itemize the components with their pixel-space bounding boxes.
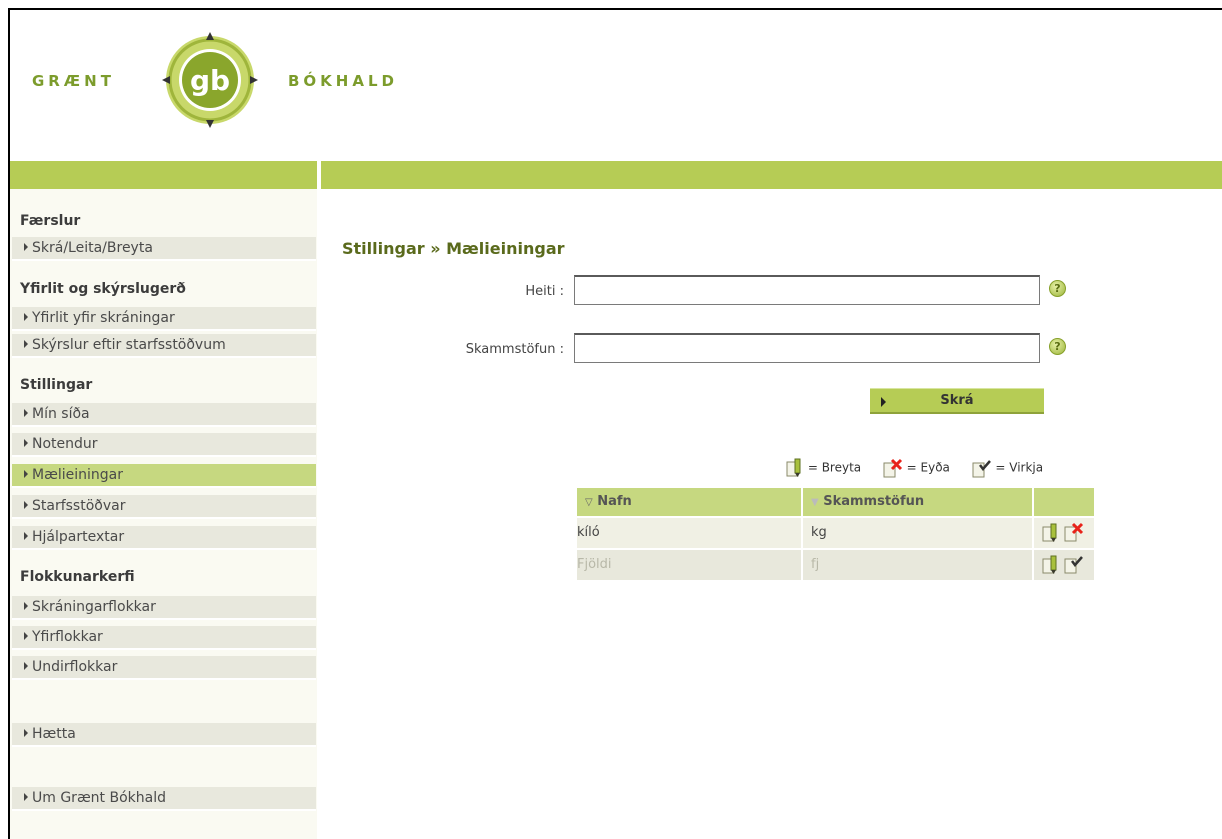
row-name: Fjöldi (577, 557, 612, 572)
sort-icon: ▼ (811, 497, 819, 508)
table-row: Fjöldi fj (577, 548, 1094, 580)
sidebar: Færslur Skrá/Leita/Breyta Yfirlit og ský… (10, 189, 317, 839)
triangle-right-icon (24, 313, 28, 321)
units-table: ▽ Nafn ▼ Skammstöfun kíló kg Fjöldi fj (577, 488, 1094, 580)
abbr-input[interactable] (574, 333, 1040, 363)
triangle-right-icon (24, 439, 28, 447)
sidebar-item-starfsstodvar[interactable]: Starfsstöðvar (12, 495, 316, 519)
page-title: Stillingar » Mælieiningar (342, 239, 565, 258)
legend: = Breyta = Eyða = Virkja (786, 458, 1043, 478)
gb-logo-icon: gb (162, 32, 258, 128)
edit-icon (786, 458, 801, 477)
triangle-right-icon (24, 729, 28, 737)
legend-activate-label: = Virkja (995, 460, 1044, 475)
main-top-bar (321, 161, 1222, 189)
sidebar-item-skraningarflokkar[interactable]: Skráningarflokkar (12, 596, 316, 620)
sidebar-top-bar (10, 161, 317, 189)
edit-icon[interactable] (1042, 555, 1060, 575)
table-row: kíló kg (577, 516, 1094, 548)
sidebar-item-hjalpartextar[interactable]: Hjálpartextar (12, 526, 316, 550)
triangle-right-icon (24, 243, 28, 251)
sidebar-item-notendur[interactable]: Notendur (12, 433, 316, 457)
sidebar-item-um[interactable]: Um Grænt Bókhald (12, 787, 316, 811)
sidebar-section-flokkunarkerfi: Flokkunarkerfi (20, 569, 135, 585)
sidebar-item-yfirflokkar[interactable]: Yfirflokkar (12, 626, 316, 650)
sidebar-section-faerslur: Færslur (20, 213, 81, 229)
column-header-nafn[interactable]: ▽ Nafn (585, 488, 632, 516)
brand-left-text: GRÆNT (32, 72, 115, 90)
logo-mark-text: gb (190, 64, 230, 97)
delete-icon[interactable] (1064, 522, 1084, 542)
brand-right-text: BÓKHALD (288, 72, 398, 90)
sidebar-item-skyrslur[interactable]: Skýrslur eftir starfsstöðvum (12, 334, 316, 358)
sidebar-item-haetta[interactable]: Hætta (12, 723, 316, 747)
sidebar-section-stillingar: Stillingar (20, 377, 93, 393)
name-label: Heiti : (525, 284, 564, 299)
triangle-right-icon (24, 409, 28, 417)
legend-delete-label: = Eyða (906, 460, 950, 475)
triangle-right-icon (24, 662, 28, 670)
sidebar-item-min-sida[interactable]: Mín síða (12, 403, 316, 427)
sidebar-section-yfirlit: Yfirlit og skýrslugerð (20, 281, 186, 297)
triangle-right-icon (24, 602, 28, 610)
row-abbr: kg (811, 525, 827, 540)
activate-icon[interactable] (1064, 554, 1084, 574)
sort-icon: ▽ (585, 497, 593, 508)
legend-edit-label: = Breyta (807, 460, 862, 475)
app-frame: GRÆNT gb BÓKHALD Færslur Skrá/Leita/Brey… (8, 8, 1222, 839)
edit-icon[interactable] (1042, 523, 1060, 543)
sidebar-item-yfirlit-skraningar[interactable]: Yfirlit yfir skráningar (12, 307, 316, 331)
triangle-right-icon (24, 532, 28, 540)
triangle-right-icon (24, 470, 28, 478)
help-icon[interactable]: ? (1049, 338, 1066, 355)
row-abbr: fj (811, 557, 820, 572)
sidebar-item-undirflokkar[interactable]: Undirflokkar (12, 656, 316, 680)
sidebar-item-skra-leita-breyta[interactable]: Skrá/Leita/Breyta (12, 237, 316, 261)
column-header-skammstofun[interactable]: ▼ Skammstöfun (811, 488, 924, 516)
header: GRÆNT gb BÓKHALD (10, 10, 1222, 160)
help-icon[interactable]: ? (1049, 280, 1066, 297)
sidebar-item-maelieiningar[interactable]: Mælieiningar (12, 464, 316, 488)
submit-button[interactable]: Skrá (870, 388, 1044, 414)
activate-icon (972, 460, 991, 478)
row-name: kíló (577, 525, 600, 540)
triangle-right-icon (24, 501, 28, 509)
table-header: ▽ Nafn ▼ Skammstöfun (577, 488, 1094, 516)
triangle-right-icon (24, 793, 28, 801)
name-input[interactable] (574, 275, 1040, 305)
triangle-right-icon (24, 632, 28, 640)
abbr-label: Skammstöfun : (465, 342, 564, 357)
delete-icon (883, 458, 902, 478)
triangle-right-icon (24, 340, 28, 348)
